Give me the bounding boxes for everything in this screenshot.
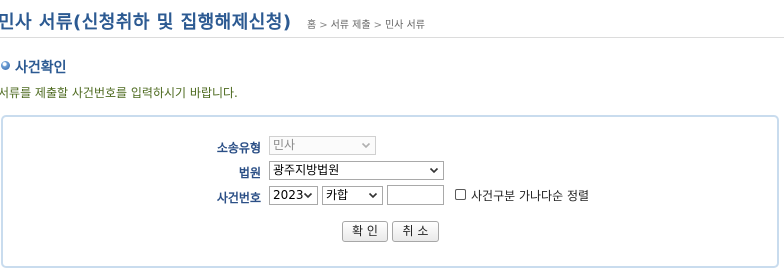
case-search-form: 소송유형 민사 법원 광주지방법원 사건번호 2023 카합 사건구분 가나다순… (1, 115, 779, 268)
breadcrumb-submit-link[interactable]: 서류 제출 (331, 20, 371, 31)
confirm-button[interactable]: 확 인 (342, 221, 388, 242)
instruction-text: 서류를 제출할 사건번호를 입력하시기 바랍니다. (0, 86, 238, 100)
page-title: 민사 서류(신청취하 및 집행해제신청) (0, 12, 292, 33)
case-year-select[interactable]: 2023 (269, 186, 318, 205)
case-type-select[interactable]: 민사 (269, 136, 376, 155)
chevron-down-icon (429, 167, 439, 174)
title-divider (0, 37, 784, 38)
chevron-down-icon (361, 142, 371, 149)
section-title: 사건확인 (15, 60, 67, 76)
case-category-select[interactable]: 카합 (322, 186, 383, 205)
breadcrumb: 홈 > 서류 제출 > 민사 서류 (307, 16, 425, 31)
court-select[interactable]: 광주지방법원 (269, 161, 444, 180)
case-number-label: 사건번호 (216, 191, 261, 205)
cancel-button[interactable]: 취 소 (392, 221, 439, 242)
breadcrumb-current: 민사 서류 (384, 20, 425, 31)
page-header: 민사 서류(신청취하 및 집행해제신청) 홈 > 서류 제출 > 민사 서류 (0, 6, 784, 36)
case-type-label: 소송유형 (216, 141, 261, 155)
case-number-input[interactable] (387, 185, 444, 205)
court-label: 법원 (238, 166, 261, 180)
chevron-down-icon (368, 192, 378, 199)
case-category-value: 카합 (326, 188, 349, 202)
sort-checkbox-label[interactable]: 사건구분 가나다순 정렬 (471, 187, 589, 204)
sort-checkbox[interactable] (455, 189, 466, 200)
court-value: 광주지방법원 (273, 163, 340, 177)
case-year-value: 2023 (273, 188, 304, 202)
bullet-icon (1, 61, 10, 70)
breadcrumb-separator: > (373, 20, 382, 31)
breadcrumb-home-link[interactable]: 홈 (307, 20, 316, 31)
case-type-value: 민사 (273, 138, 296, 152)
chevron-down-icon (303, 192, 313, 199)
breadcrumb-separator: > (319, 20, 328, 31)
